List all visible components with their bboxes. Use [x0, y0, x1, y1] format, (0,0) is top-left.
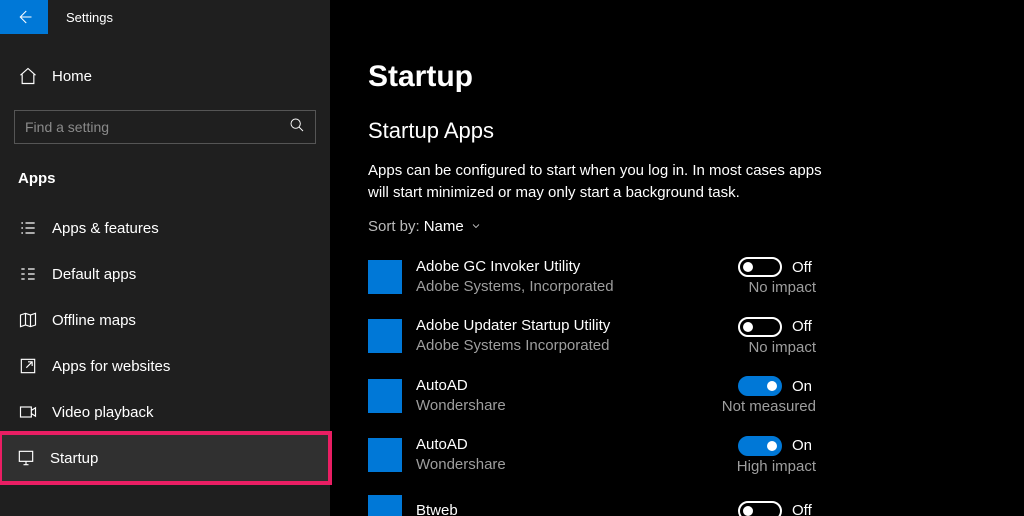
search-icon — [289, 117, 305, 138]
app-publisher: Adobe Systems, Incorporated — [416, 277, 738, 297]
titlebar: Settings — [0, 0, 1024, 34]
app-name: Adobe GC Invoker Utility — [416, 257, 738, 277]
sidebar-item-default-apps[interactable]: Default apps — [0, 251, 330, 297]
sidebar-item-apps-websites[interactable]: Apps for websites — [0, 343, 330, 389]
app-publisher: Wondershare — [416, 455, 737, 475]
window-title: Settings — [66, 10, 113, 25]
toggle-switch[interactable] — [738, 257, 782, 277]
sidebar-item-startup[interactable]: Startup — [0, 431, 332, 485]
sidebar-item-label: Video playback — [52, 404, 153, 421]
sort-value[interactable]: Name — [424, 218, 482, 235]
sidebar-category: Apps — [0, 162, 330, 205]
toggle-state-label: Off — [792, 318, 816, 335]
app-row: AutoAD Wondershare On High impact — [368, 429, 816, 489]
home-icon — [18, 66, 38, 86]
toggle-switch[interactable] — [738, 501, 782, 516]
toggle-state-label: Off — [792, 259, 816, 276]
app-icon — [368, 495, 402, 516]
toggle-state-label: Off — [792, 502, 816, 516]
section-description: Apps can be configured to start when you… — [368, 160, 828, 204]
sidebar-item-label: Offline maps — [52, 312, 136, 329]
startup-app-list: Adobe GC Invoker Utility Adobe Systems, … — [368, 251, 816, 516]
sort-control[interactable]: Sort by: Name — [368, 218, 1024, 235]
app-name: Btweb — [416, 501, 738, 516]
sidebar-home[interactable]: Home — [0, 56, 330, 96]
toggle-state-label: On — [792, 378, 816, 395]
sidebar-item-offline-maps[interactable]: Offline maps — [0, 297, 330, 343]
app-row: Adobe Updater Startup Utility Adobe Syst… — [368, 310, 816, 370]
sidebar-item-label: Startup — [50, 450, 98, 467]
startup-icon — [16, 448, 36, 468]
impact-label: Not measured — [722, 398, 816, 415]
launch-icon — [18, 356, 38, 376]
sidebar-item-label: Apps & features — [52, 220, 159, 237]
video-icon — [18, 402, 38, 422]
app-icon — [368, 379, 402, 413]
sort-label: Sort by: — [368, 218, 420, 235]
map-icon — [18, 310, 38, 330]
app-icon — [368, 438, 402, 472]
app-publisher: Wondershare — [416, 396, 722, 416]
sidebar: Home Apps Apps & features Default apps — [0, 34, 330, 516]
impact-label: High impact — [737, 458, 816, 475]
back-button[interactable] — [0, 0, 48, 34]
sidebar-item-video-playback[interactable]: Video playback — [0, 389, 330, 435]
main-content: Startup Startup Apps Apps can be configu… — [330, 34, 1024, 516]
defaults-icon — [18, 264, 38, 284]
app-icon — [368, 319, 402, 353]
app-icon — [368, 260, 402, 294]
toggle-switch[interactable] — [738, 376, 782, 396]
app-publisher: Adobe Systems Incorporated — [416, 336, 738, 356]
sidebar-item-label: Apps for websites — [52, 358, 170, 375]
chevron-down-icon — [470, 220, 482, 232]
search-input[interactable] — [25, 119, 289, 135]
impact-label: No impact — [748, 339, 816, 356]
arrow-left-icon — [15, 8, 33, 26]
app-name: AutoAD — [416, 435, 737, 455]
toggle-switch[interactable] — [738, 317, 782, 337]
page-title: Startup — [368, 60, 1024, 94]
section-title: Startup Apps — [368, 118, 1024, 144]
search-box[interactable] — [14, 110, 316, 144]
sidebar-item-label: Default apps — [52, 266, 136, 283]
app-name: AutoAD — [416, 376, 722, 396]
impact-label: No impact — [748, 279, 816, 296]
list-icon — [18, 218, 38, 238]
app-row: AutoAD Wondershare On Not measured — [368, 370, 816, 430]
sidebar-home-label: Home — [52, 68, 92, 85]
toggle-switch[interactable] — [738, 436, 782, 456]
app-row: Adobe GC Invoker Utility Adobe Systems, … — [368, 251, 816, 311]
app-name: Adobe Updater Startup Utility — [416, 316, 738, 336]
sidebar-item-apps-features[interactable]: Apps & features — [0, 205, 330, 251]
toggle-state-label: On — [792, 437, 816, 454]
app-row: Btweb Off — [368, 489, 816, 516]
